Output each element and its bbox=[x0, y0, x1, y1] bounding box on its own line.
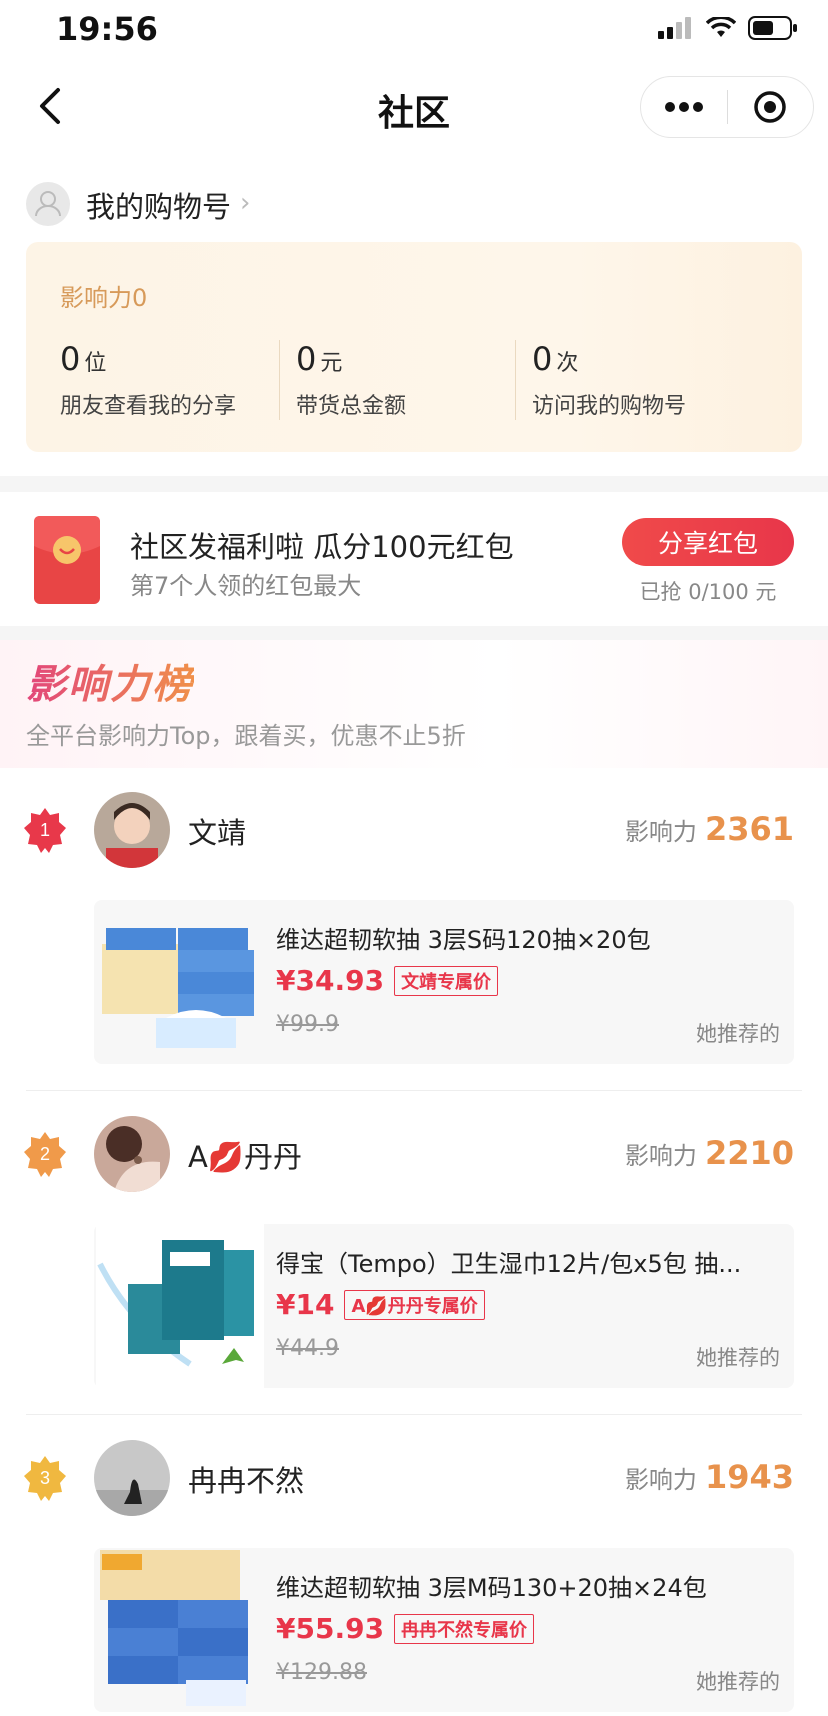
battery-icon bbox=[748, 16, 797, 40]
influence-score-row: 影响力 2361 bbox=[625, 810, 794, 848]
my-shopping-account-link[interactable]: 我的购物号 bbox=[86, 184, 231, 226]
avatar[interactable] bbox=[94, 1440, 170, 1516]
stat-label: 朋友查看我的分享 bbox=[60, 394, 237, 419]
stat-number: 0 bbox=[532, 340, 553, 378]
more-button[interactable] bbox=[641, 77, 727, 137]
price: ¥14 bbox=[276, 1288, 335, 1321]
stat-unit: 次 bbox=[556, 351, 579, 376]
stat-unit: 元 bbox=[320, 351, 343, 376]
leaderboard-subtitle: 全平台影响力Top，跟着买，优惠不止5折 bbox=[26, 722, 466, 750]
influence-score-row: 影响力 1943 bbox=[625, 1458, 794, 1496]
recommend-label: 她推荐的 bbox=[696, 1346, 780, 1370]
product-image[interactable] bbox=[96, 900, 264, 1064]
red-packet-title: 社区发福利啦 瓜分100元红包 bbox=[130, 530, 514, 564]
stat-number: 0 bbox=[296, 340, 317, 378]
rank-badge-icon: 1 bbox=[24, 808, 66, 854]
influence-value: 1943 bbox=[704, 1458, 794, 1496]
exclusive-price-tag: 冉冉不然专属价 bbox=[394, 1613, 535, 1644]
stat-visits: 0次 访问我的购物号 bbox=[532, 340, 752, 420]
stat-label: 访问我的购物号 bbox=[532, 394, 687, 419]
influence-label: 影响力 bbox=[624, 1466, 697, 1494]
avatar[interactable] bbox=[94, 1116, 170, 1192]
entry-divider bbox=[26, 1414, 802, 1415]
rank-badge-icon: 3 bbox=[24, 1456, 66, 1502]
price-row: ¥34.93 文靖专属价 bbox=[276, 964, 499, 997]
product-image[interactable] bbox=[96, 1224, 264, 1388]
share-red-packet-button[interactable]: 分享红包 bbox=[622, 518, 794, 566]
price: ¥34.93 bbox=[276, 964, 385, 997]
my-avatar[interactable] bbox=[26, 182, 70, 226]
user-placeholder-icon bbox=[35, 191, 61, 217]
influence-label: 影响力 bbox=[624, 1142, 697, 1170]
status-icons bbox=[658, 16, 798, 40]
status-time: 19:56 bbox=[56, 10, 158, 48]
price-row: ¥55.93 冉冉不然专属价 bbox=[276, 1612, 535, 1645]
influence-score-row: 影响力 2210 bbox=[625, 1134, 794, 1172]
product-title: 维达超韧软抽 3层M码130+20抽×24包 bbox=[276, 1574, 707, 1602]
recommend-label: 她推荐的 bbox=[696, 1022, 780, 1046]
original-price: ¥129.88 bbox=[276, 1660, 367, 1685]
red-packet-icon bbox=[34, 516, 100, 604]
target-circle-icon bbox=[754, 91, 786, 123]
influence-value: 2361 bbox=[704, 810, 794, 848]
original-price: ¥44.9 bbox=[276, 1336, 339, 1361]
chevron-right-icon: › bbox=[240, 188, 251, 218]
exclusive-price-tag: 文靖专属价 bbox=[394, 965, 499, 996]
stat-label: 带货总金额 bbox=[296, 394, 407, 419]
user-name[interactable]: A💋丹丹 bbox=[188, 1134, 302, 1176]
rank-badge-icon: 2 bbox=[24, 1132, 66, 1178]
influence-score: 影响力0 bbox=[60, 284, 148, 312]
red-packet-progress: 已抢 0/100 元 bbox=[639, 580, 777, 604]
svg-text:3: 3 bbox=[40, 1468, 50, 1488]
price: ¥55.93 bbox=[276, 1612, 385, 1645]
stat-sales-amount: 0元 带货总金额 bbox=[296, 340, 516, 420]
original-price: ¥99.9 bbox=[276, 1012, 339, 1037]
wifi-icon bbox=[706, 17, 736, 37]
exclusive-price-tag: A💋丹丹专属价 bbox=[344, 1289, 485, 1320]
product-image[interactable] bbox=[96, 1546, 264, 1710]
stat-divider bbox=[515, 340, 516, 420]
user-name[interactable]: 文靖 bbox=[188, 810, 246, 852]
more-dots-icon bbox=[664, 102, 703, 112]
influence-label: 影响力 bbox=[624, 818, 697, 846]
svg-text:2: 2 bbox=[40, 1144, 50, 1164]
close-miniprogram-button[interactable] bbox=[728, 77, 814, 137]
red-packet-subtitle: 第7个人领的红包最大 bbox=[130, 572, 362, 600]
recommend-label: 她推荐的 bbox=[696, 1670, 780, 1694]
price-row: ¥14 A💋丹丹专属价 bbox=[276, 1288, 485, 1321]
entry-divider bbox=[26, 1090, 802, 1091]
stat-number: 0 bbox=[60, 340, 81, 378]
influence-value: 2210 bbox=[704, 1134, 794, 1172]
avatar[interactable] bbox=[94, 792, 170, 868]
stat-unit: 位 bbox=[84, 351, 107, 376]
signal-icon bbox=[658, 17, 691, 39]
product-title: 得宝（Tempo）卫生湿巾12片/包x5包 抽... bbox=[276, 1250, 742, 1278]
section-separator bbox=[0, 476, 828, 492]
user-name[interactable]: 冉冉不然 bbox=[188, 1458, 304, 1500]
product-title: 维达超韧软抽 3层S码120抽×20包 bbox=[276, 926, 651, 954]
mini-program-capsule bbox=[640, 76, 814, 138]
stat-friends-viewed: 0位 朋友查看我的分享 bbox=[60, 340, 280, 420]
stat-divider bbox=[279, 340, 280, 420]
section-separator bbox=[0, 626, 828, 640]
svg-text:1: 1 bbox=[40, 820, 50, 840]
leaderboard-title: 影响力榜 bbox=[26, 652, 194, 710]
